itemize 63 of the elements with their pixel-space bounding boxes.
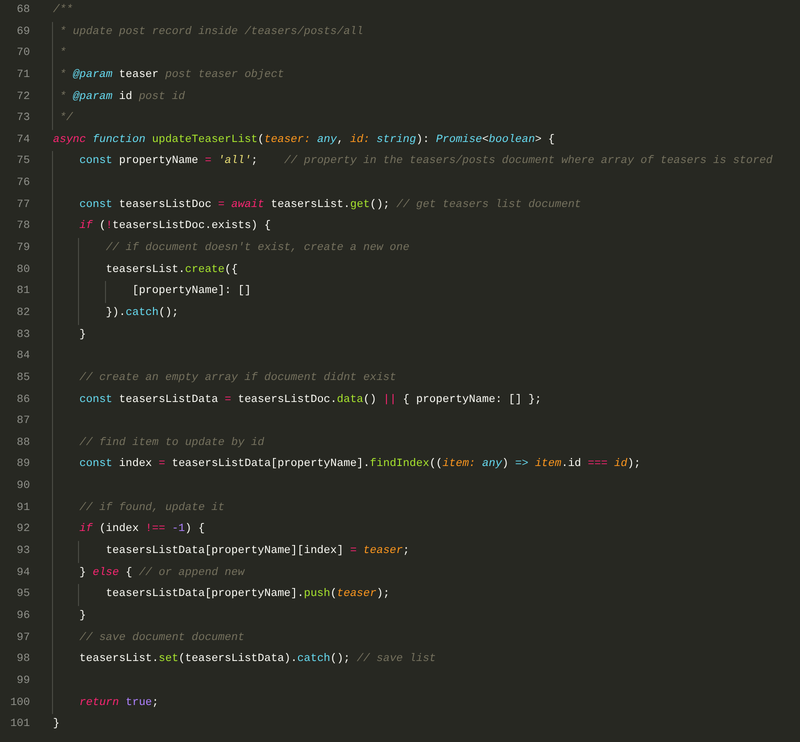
code-line: if (index !== -1) {: [53, 519, 205, 542]
line-number: 78: [16, 219, 30, 234]
line-number: 94: [16, 566, 30, 581]
code-line: // if found, update it: [53, 498, 225, 520]
line-number: 76: [16, 176, 30, 192]
line-number: 93: [16, 544, 30, 560]
code-line: }: [53, 717, 60, 732]
code-line: // find item to update by id: [53, 432, 264, 454]
line-number: 85: [16, 370, 30, 386]
line-number: 92: [16, 522, 30, 538]
code-line: async function updateTeaserList(teaser: any, id: string): Promise<boolean> {: [53, 132, 555, 148]
code-line: /**: [53, 3, 73, 18]
line-number: 69: [16, 24, 30, 40]
code-line: // create an empty array if document didnt exist: [53, 368, 396, 390]
line-number: 95: [16, 587, 30, 602]
code-line: * update post record inside /teasers/posts/all: [53, 22, 364, 44]
line-number: 82: [16, 306, 30, 321]
code-line: const index = teasersListData[propertyName].findIndex((item: any) => item.id === id);: [53, 454, 641, 476]
line-number: 100: [9, 696, 30, 710]
line-number: 71: [16, 68, 30, 83]
code-line: } else { // or append new: [53, 562, 244, 584]
code-line: }: [53, 606, 86, 628]
code-line: teasersListData[propertyName][index] = teaser;: [53, 541, 410, 563]
code-line: // save document document: [53, 628, 244, 650]
line-number: 86: [16, 392, 30, 408]
code-line: [propertyName]: []: [53, 281, 252, 303]
code-line: const teasersListData = teasersListDoc.data() || { propertyName: [] };: [53, 390, 542, 412]
code-line: teasersListData[propertyName].push(teaser);: [53, 584, 390, 606]
line-number: 84: [16, 349, 30, 364]
line-number: 79: [16, 241, 30, 256]
line-number: 98: [16, 652, 30, 668]
code-line: * @param id post id: [53, 86, 186, 108]
code-line: teasersList.create({: [53, 260, 238, 282]
code-line: }).catch();: [53, 302, 178, 325]
code-line: return true;: [53, 692, 159, 714]
line-number: 101: [9, 717, 30, 732]
line-number: 77: [16, 198, 30, 213]
code-line: *: [53, 43, 66, 65]
line-number: 73: [16, 111, 30, 126]
line-number: 80: [16, 262, 30, 278]
line-number: 70: [16, 46, 30, 62]
code-line: // if document doesn't exist, create a new one: [53, 238, 410, 260]
code-line: const teasersListDoc = await teasersList.get(); // get teasers list document: [53, 194, 582, 216]
code-line: }: [53, 324, 86, 346]
line-number: 96: [16, 608, 30, 624]
code-line: const propertyName = 'all'; // property in the teasers/posts document where array of teasers is stored: [53, 151, 773, 174]
line-number: 90: [16, 479, 30, 494]
line-number: 99: [16, 674, 30, 689]
line-number: 87: [16, 414, 30, 430]
line-number: 89: [16, 457, 30, 472]
line-number: 75: [16, 154, 30, 170]
code-line: if (!teasersListDoc.exists) {: [53, 216, 271, 238]
line-number: 68: [16, 3, 30, 18]
line-number: 72: [16, 90, 30, 105]
line-number: 83: [16, 328, 30, 343]
line-number: 97: [16, 630, 30, 646]
line-number: 81: [16, 284, 30, 300]
line-number: 91: [16, 500, 30, 516]
line-number: 88: [16, 436, 30, 451]
line-number: 74: [16, 132, 30, 148]
code-line: */: [53, 108, 73, 130]
code-line: teasersList.set(teasersListData).catch(); // save list: [53, 649, 436, 671]
code-line: * @param teaser post teaser object: [53, 64, 284, 87]
